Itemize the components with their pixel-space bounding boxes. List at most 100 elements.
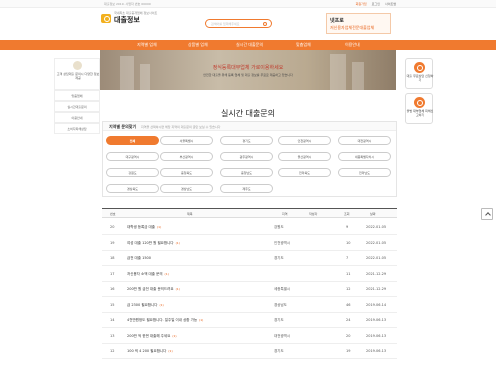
table-row[interactable]: 16 200만 원 급전 대출 문의드려요 (1) 세종특별시 12 2021.12.29 — [102, 282, 397, 297]
col-region: 지역 — [282, 212, 288, 216]
row-subject-text: 100 씩 4 200 필요합니다 — [127, 349, 167, 353]
top-bar-info: 대출정보 2019. 사업자 번호 00000 — [104, 2, 151, 6]
row-subject-text: 대학생 등록금 대출 — [127, 225, 155, 229]
free-consult-button[interactable]: 대출 무료상담 신청하기 — [405, 58, 433, 89]
region-chip[interactable]: 경상남도 — [160, 184, 213, 193]
row-date: 2022.01.05 — [366, 256, 387, 260]
row-subject[interactable]: 저신용자 소액 대출 문의 (1) — [127, 272, 169, 277]
region-filter-header: 지역별 문의찾기 지역을 선택하시면 해당 지역의 대출문의 글만 보실 수 있… — [103, 122, 396, 131]
row-number: 14 — [110, 318, 115, 322]
row-views: 19 — [346, 349, 351, 353]
row-subject[interactable]: 급 2300 필요합니다 (1) — [127, 303, 164, 308]
row-region: 경기도 — [274, 318, 284, 322]
nav-item-custom[interactable]: 맞춤업체 — [296, 42, 311, 48]
row-subject-text: 급 2300 필요합니다 — [127, 302, 158, 307]
row-region: 경상남도 — [274, 302, 287, 307]
row-subject[interactable]: 200만 원 급전 대출 문의드려요 (1) — [127, 287, 180, 292]
row-subject[interactable]: 여성 대출 120만 원 필요합니다 (1) — [127, 241, 180, 246]
row-date: 2019.06.13 — [366, 333, 387, 338]
top-bar-links: 회원가입 로그인 사이트맵 — [356, 2, 396, 6]
logo-icon — [101, 13, 111, 23]
col-views: 조회 — [344, 212, 350, 216]
row-subject-text: 200만 씩 한번 대출해 주세요 — [127, 333, 171, 338]
signup-link[interactable]: 회원가입 — [356, 2, 367, 6]
region-chip[interactable]: 충청북도 — [160, 168, 213, 177]
region-chip[interactable]: 인천광역시 — [278, 136, 331, 145]
region-chip[interactable]: 대구광역시 — [106, 152, 159, 161]
row-subject-text: 여성 대출 120만 원 필요합니다 — [127, 240, 174, 245]
logo-title: 대출정보 — [114, 16, 140, 24]
row-region: 대전광역시 — [274, 333, 291, 338]
row-subject[interactable]: 100 씩 4 200 필요합니다 (1) — [127, 349, 173, 354]
row-subject[interactable]: 급전 대출 1500 — [127, 256, 153, 261]
row-subject[interactable]: 4천만원정도 필요합니다. 일주일 이내 상환 가능 (1) — [127, 318, 203, 323]
region-chip[interactable]: 경기도 — [220, 136, 273, 145]
row-subject-text: 급전 대출 1500 — [127, 256, 152, 260]
region-chip[interactable]: 강원도 — [106, 168, 159, 177]
search-placeholder: 검색어를 입력해주세요 — [211, 22, 240, 26]
login-link[interactable]: 로그인 — [372, 2, 380, 6]
row-region: 경기도 — [274, 349, 284, 353]
table-row[interactable]: 15 급 2300 필요합니다 (1) 경상남도 46 2019.06.14 — [102, 298, 397, 313]
nav-item-region[interactable]: 지역별 업체 — [137, 42, 157, 48]
row-views: 10 — [346, 240, 351, 245]
comment-count: (1) — [168, 349, 173, 353]
table-row[interactable]: 17 저신용자 소액 대출 문의 (1) 11 2021.12.29 — [102, 267, 397, 282]
comment-count: (1) — [199, 318, 204, 322]
comment-count: (1) — [157, 225, 162, 229]
region-chip[interactable]: 전체 — [106, 136, 159, 145]
row-date: 2022.01.05 — [366, 240, 387, 245]
row-number: 18 — [110, 256, 115, 260]
row-subject[interactable]: 대학생 등록금 대출 (1) — [127, 225, 161, 230]
row-subject-text: 4천만원정도 필요합니다. 일주일 이내 상환 가능 — [127, 318, 198, 322]
row-subject-text: 저신용자 소액 대출 문의 — [127, 271, 163, 276]
table-row[interactable]: 14 4천만원정도 필요합니다. 일주일 이내 상환 가능 (1) 경기도 24 2019… — [102, 313, 397, 328]
row-number: 15 — [110, 302, 115, 307]
region-chip[interactable]: 울산광역시 — [278, 152, 331, 161]
sidebar-item-custom[interactable]: 맞춤업체 — [54, 90, 100, 101]
row-subject[interactable]: 200만 씩 한번 대출해 주세요 (1) — [127, 334, 177, 339]
site-logo[interactable]: 국내최초 대출중개업체 정보사이트 대출정보 — [101, 11, 157, 25]
table-row[interactable]: 12 100 씩 4 200 필요합니다 (1) 경기도 19 2019.06.13 — [102, 344, 397, 359]
col-subject: 제목 — [187, 212, 193, 216]
row-subject-text: 200만 원 급전 대출 문의드려요 — [127, 287, 174, 291]
row-number: 20 — [110, 225, 115, 229]
region-chip[interactable]: 세종특별자치시 — [338, 152, 391, 161]
table-row[interactable]: 20 대학생 등록금 대출 (1) 강원도 9 2022.01.05 — [102, 220, 397, 235]
row-views: 11 — [346, 271, 351, 276]
sidebar-desc: 고객 상담대출 문의시 다양한 정보 제공 — [56, 72, 100, 80]
region-chip[interactable]: 경상북도 — [106, 184, 159, 193]
row-date: 2019.06.14 — [366, 302, 387, 307]
row-date: 2021.12.29 — [366, 287, 387, 291]
nav-item-guide[interactable]: 이용안내 — [345, 42, 360, 48]
search-input[interactable]: 검색어를 입력해주세요 — [205, 19, 272, 28]
region-chip[interactable]: 전라남도 — [338, 168, 391, 177]
hero-headline: 정식등록대부업체 가로이용하세요 — [212, 65, 284, 71]
region-chip[interactable]: 제주도 — [220, 184, 273, 193]
sidebar-item-consumer[interactable]: 소비자피해상담 — [54, 123, 100, 134]
region-chip[interactable]: 서울특별시 — [160, 136, 213, 145]
nav-item-realtime[interactable]: 실시간 대출문의 — [236, 42, 263, 48]
row-number: 12 — [110, 349, 115, 353]
row-region: 강원도 — [274, 225, 284, 229]
search-icon — [414, 97, 425, 108]
search-icon[interactable] — [263, 21, 267, 26]
sidebar-info-box: 고객 상담대출 문의시 다양한 정보 제공 — [54, 58, 100, 90]
row-date: 2021.12.29 — [366, 271, 387, 276]
region-chip[interactable]: 부산광역시 — [160, 152, 213, 161]
sitemap-link[interactable]: 사이트맵 — [385, 2, 396, 6]
nav-item-product[interactable]: 상품별 업체 — [188, 42, 208, 48]
header-ad-banner[interactable]: 넷프로 저신용자업체전문대출업체 — [326, 13, 391, 34]
table-row[interactable]: 19 여성 대출 120만 원 필요합니다 (1) 인천광역시 10 2022.01.05 — [102, 236, 397, 251]
row-views: 46 — [346, 302, 351, 307]
row-region: 세종특별시 — [274, 287, 291, 291]
region-chip[interactable]: 전라북도 — [278, 168, 331, 177]
hero-subtext: 안전한 대출을 위해 등록 업체 및 대출 정보를 무료로 제공하고 있습니다 — [203, 73, 293, 77]
table-row[interactable]: 13 200만 씩 한번 대출해 주세요 (1) 대전광역시 20 2019.06.13 — [102, 329, 397, 344]
region-chip[interactable]: 대전광역시 — [338, 136, 391, 145]
table-row[interactable]: 18 급전 대출 1500 경기도 7 2022.01.05 — [102, 251, 397, 266]
region-chip[interactable]: 충청남도 — [220, 168, 273, 177]
region-chip[interactable]: 광주광역시 — [220, 152, 273, 161]
banner-title: 넷프로 — [330, 18, 344, 24]
scroll-top-button[interactable] — [481, 208, 493, 220]
